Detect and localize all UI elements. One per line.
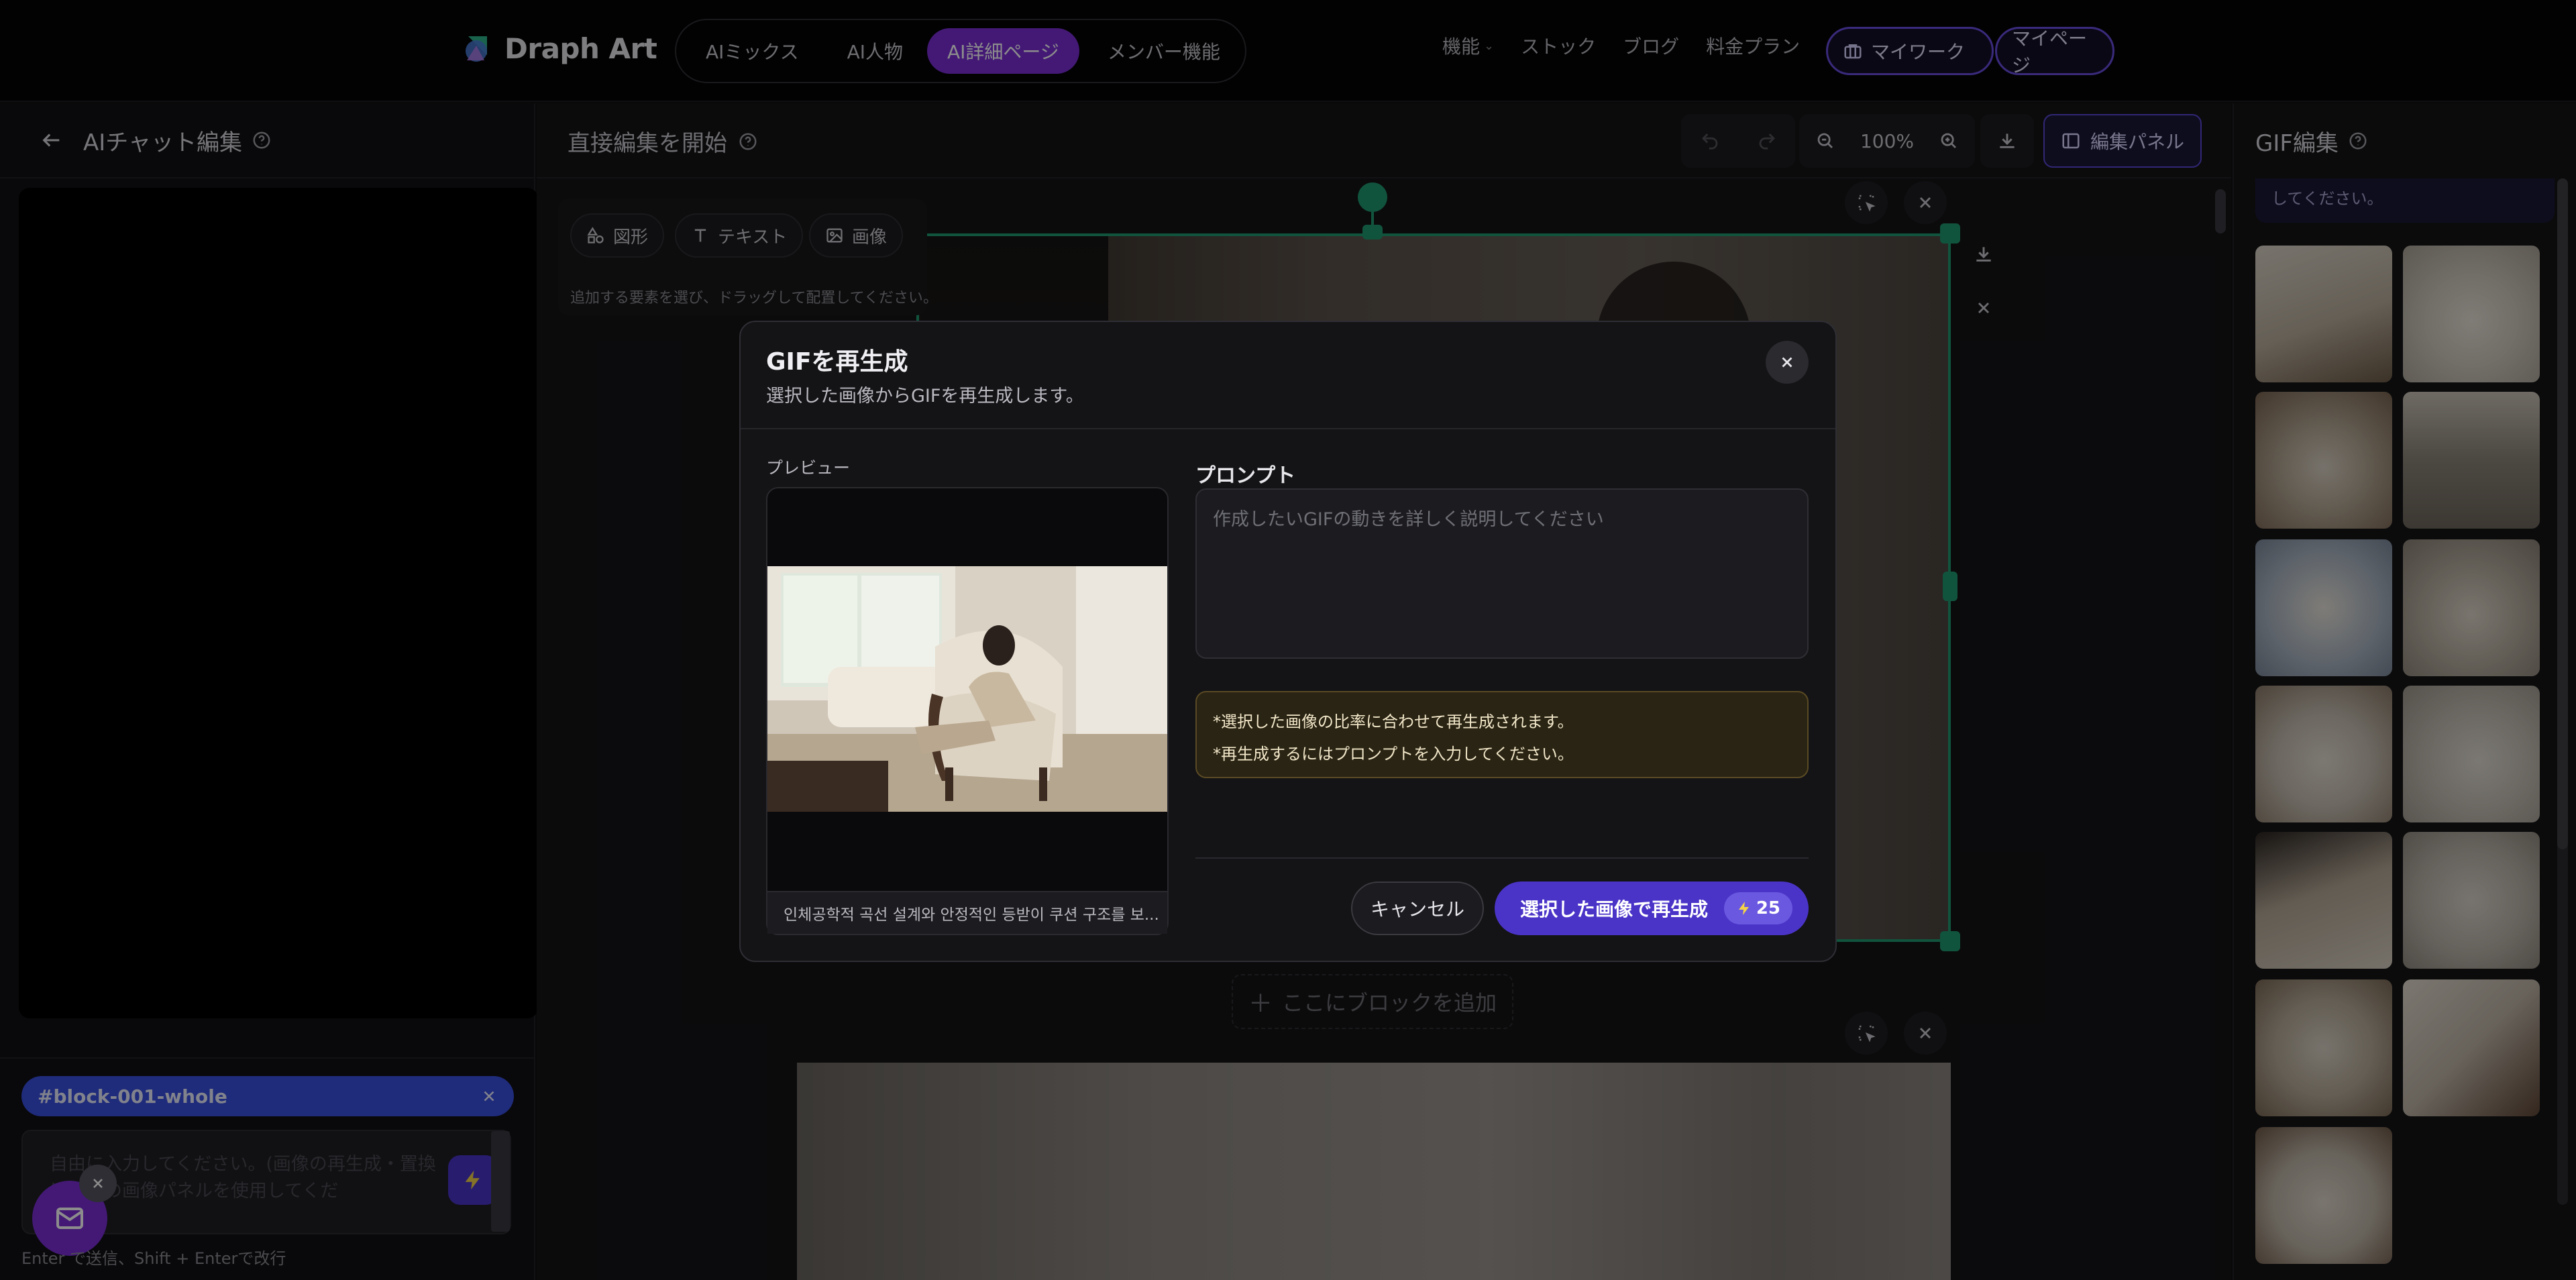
- notice-line: *再生成するにはプロンプトを入力してください。: [1213, 745, 1574, 763]
- preview-caption: 인체공학적 곡선 설계와 안정적인 등받이 쿠션 구조를 보...: [767, 891, 1167, 934]
- preview-photo-illustration: [767, 566, 1167, 812]
- preview-image: [767, 566, 1167, 812]
- regenerate-label: 選択した画像で再生成: [1520, 898, 1709, 920]
- dialog-title: GIFを再生成: [766, 348, 908, 376]
- prompt-label: プロンプト: [1195, 464, 1296, 488]
- prompt-input[interactable]: [1195, 488, 1809, 659]
- close-icon: [1782, 357, 1792, 368]
- lightning-icon: [1738, 902, 1749, 915]
- divider: [741, 428, 1835, 429]
- divider: [1195, 857, 1809, 859]
- regenerate-button[interactable]: 選択した画像で再生成 25: [1495, 882, 1809, 935]
- notice-line: *選択した画像の比率に合わせて再生成されます。: [1213, 712, 1574, 731]
- dialog-subtitle: 選択した画像からGIFを再生成します。: [766, 386, 1084, 407]
- regeneration-notice: *選択した画像の比率に合わせて再生成されます。 *再生成するにはプロンプトを入力…: [1195, 691, 1809, 778]
- dialog-close-button[interactable]: [1766, 341, 1809, 384]
- credit-cost: 25: [1756, 898, 1780, 918]
- credit-cost-badge: 25: [1723, 892, 1792, 924]
- cancel-button[interactable]: キャンセル: [1351, 882, 1484, 935]
- preview-label: プレビュー: [766, 458, 851, 478]
